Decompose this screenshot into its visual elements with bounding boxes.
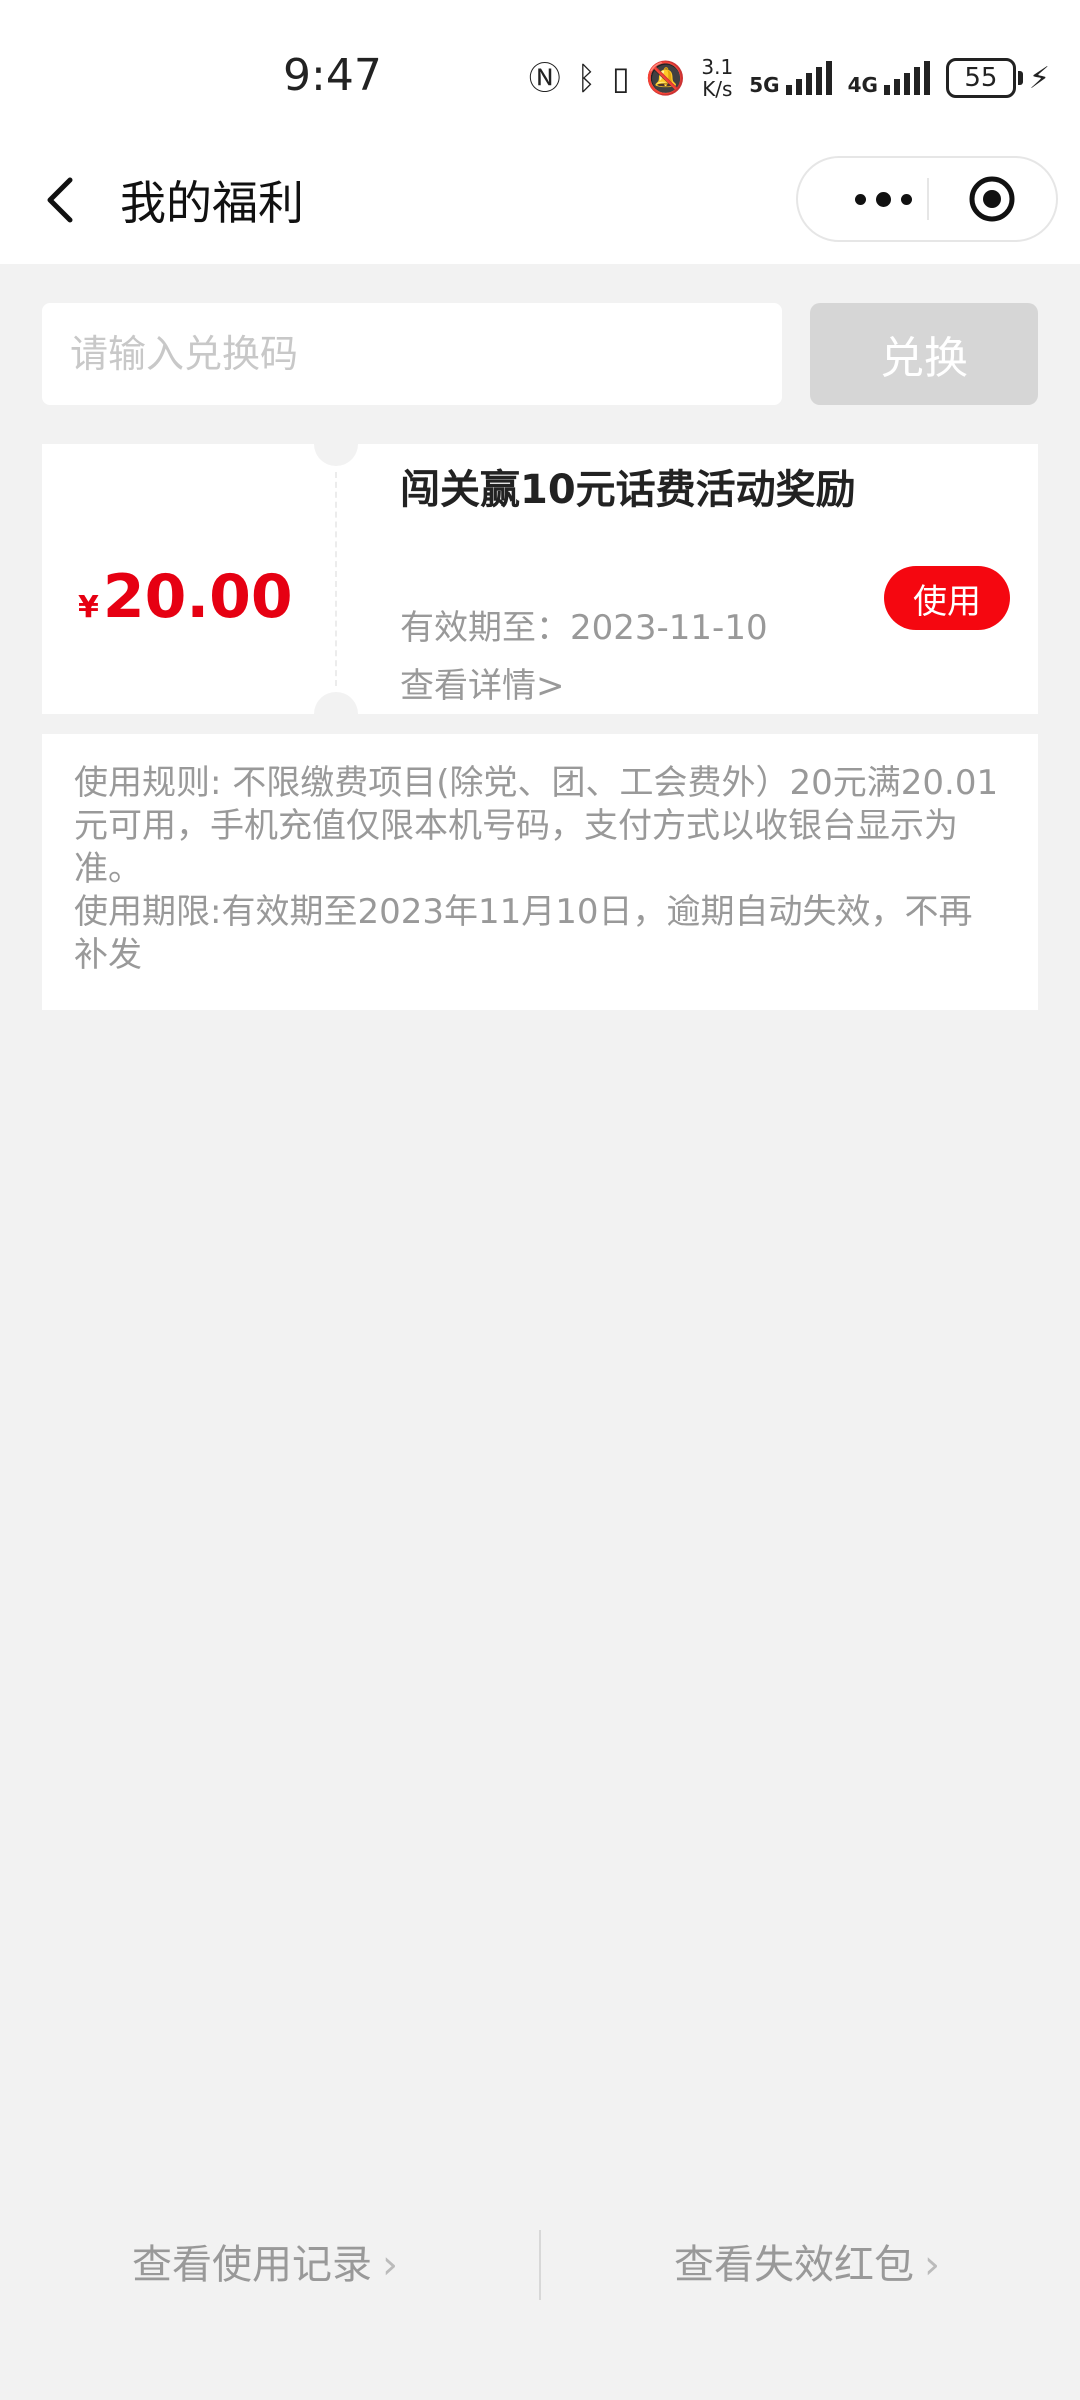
signal-5g-label: 5G <box>749 73 780 97</box>
footer-links: 查看使用记录 › 查看失效红包 › <box>0 2230 1080 2300</box>
coupon-perforation <box>335 472 337 686</box>
expired-coupons-link[interactable]: 查看失效红包 › <box>674 2230 940 2300</box>
chevron-right-icon: › <box>924 2242 940 2288</box>
mini-program-capsule <box>796 156 1058 242</box>
signal-4g-icon: 4G <box>848 61 930 95</box>
chevron-right-icon: › <box>382 2242 398 2288</box>
expired-coupons-label: 查看失效红包 <box>674 2242 914 2288</box>
battery-level: 55 <box>945 58 1016 98</box>
bluetooth-icon: ᛒ <box>576 59 596 97</box>
usage-rules: 使用规则: 不限缴费项目(除党、团、工会费外）20元满20.01元可用，手机充值… <box>42 734 1038 1010</box>
rules-text: 使用规则: 不限缴费项目(除党、团、工会费外）20元满20.01元可用，手机充值… <box>74 763 999 889</box>
redeem-button[interactable]: 兑换 <box>810 303 1038 405</box>
coupon-amount-value: 20.00 <box>102 562 293 632</box>
signal-5g-icon: 5G <box>749 61 832 97</box>
coupon-notch-top <box>314 422 358 466</box>
currency-symbol: ¥ <box>78 590 99 625</box>
nfc-icon: Ⓝ <box>528 59 561 97</box>
usage-history-link[interactable]: 查看使用记录 › <box>132 2230 398 2300</box>
mute-bell-icon: 🔕 <box>645 59 686 97</box>
coupon-card: ¥ 20.00 闯关赢10元话费活动奖励 有效期至：2023-11-10 查看详… <box>42 422 1038 736</box>
charging-icon: ⚡ <box>1028 60 1050 96</box>
status-bar: 9:47 Ⓝ ᛒ ▯ 🔕 3.1 K/s 5G 4G 55 ⚡ <box>0 0 1080 150</box>
signal-4g-label: 4G <box>847 73 878 97</box>
status-time: 9:47 <box>283 50 382 101</box>
more-button[interactable] <box>828 158 938 240</box>
network-speed-value: 3.1 <box>701 55 734 79</box>
coupon-detail-link[interactable]: 查看详情> <box>400 658 565 707</box>
chevron-left-icon <box>47 177 73 223</box>
vibrate-icon: ▯ <box>611 59 630 97</box>
use-coupon-button[interactable]: 使用 <box>884 566 1010 630</box>
battery-icon: 55 ⚡ <box>945 58 1050 98</box>
coupon-expiry: 有效期至：2023-11-10 <box>400 608 768 648</box>
coupon-title: 闯关赢10元话费活动奖励 <box>400 467 856 513</box>
back-button[interactable] <box>40 170 90 240</box>
coupon-notch-bottom <box>314 692 358 736</box>
status-icons: Ⓝ ᛒ ▯ 🔕 3.1 K/s 5G 4G 55 ⚡ <box>529 56 1050 100</box>
redeem-code-input[interactable] <box>42 303 782 405</box>
more-dots-icon <box>854 193 866 205</box>
coupon-amount: ¥ 20.00 <box>78 562 293 632</box>
target-icon[interactable] <box>968 175 1016 223</box>
footer-divider <box>539 2230 541 2300</box>
rules-period: 使用期限:有效期至2023年11月10日，逾期自动失效，不再补发 <box>74 892 973 975</box>
network-speed-unit: K/s <box>702 77 733 101</box>
usage-history-label: 查看使用记录 <box>132 2242 372 2288</box>
network-speed: 3.1 K/s <box>701 56 733 100</box>
nav-header: 我的福利 <box>0 150 1080 264</box>
capsule-divider <box>927 178 929 220</box>
page-title: 我的福利 <box>120 176 304 230</box>
